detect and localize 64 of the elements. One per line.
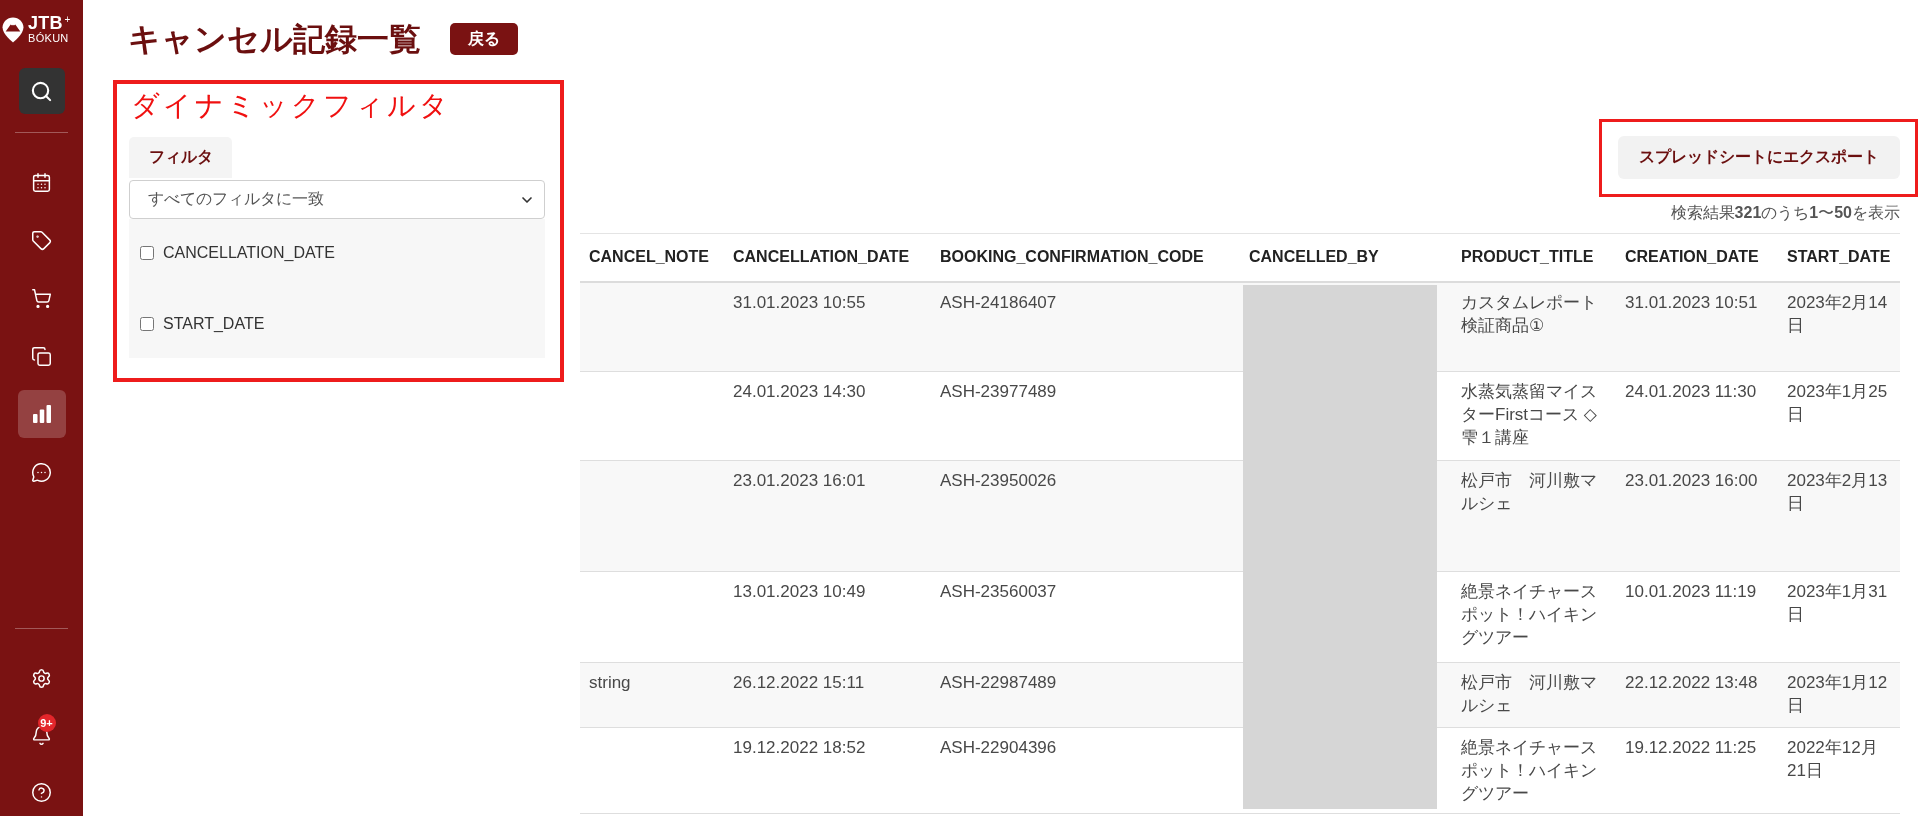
column-header: CANCEL_NOTE	[580, 233, 724, 282]
logo-text: JTB$^{+}$	[28, 15, 71, 32]
table-cell: 19.12.2022 18:52	[724, 727, 931, 814]
checkbox[interactable]	[140, 246, 154, 260]
table-cell: 絶景ネイチャースポット！ハイキングツアー	[1452, 571, 1616, 663]
table-cell: ASH-23950026	[931, 460, 1240, 572]
table-cell: ASH-24186407	[931, 281, 1240, 372]
cart-icon	[31, 287, 52, 309]
table-cell: 2023年1月25日	[1778, 371, 1900, 461]
table-cell: 10.01.2023 11:19	[1616, 571, 1778, 663]
table-cell: 24.01.2023 11:30	[1616, 371, 1778, 461]
settings-icon	[31, 667, 52, 689]
table-cell: 31.01.2023 10:55	[724, 281, 931, 372]
page-title: キャンセル記録一覧	[128, 20, 421, 59]
match-select[interactable]: すべてのフィルタに一致	[129, 180, 545, 219]
search-icon	[30, 79, 53, 103]
table-cell: 13.01.2023 10:49	[724, 571, 931, 663]
table-cell: ASH-22987489	[931, 662, 1240, 728]
table-cell: 松戸市 河川敷マルシェ	[1452, 460, 1616, 572]
column-header: CANCELLED_BY	[1240, 233, 1452, 282]
table-cell: ASH-22904396	[931, 727, 1240, 814]
tag-icon	[31, 229, 52, 251]
table-cell: 23.01.2023 16:00	[1616, 460, 1778, 572]
table-cell: ASH-23977489	[931, 371, 1240, 461]
annotation-label: ダイナミックフィルタ	[130, 89, 451, 123]
table-cell: 19.12.2022 11:25	[1616, 727, 1778, 814]
table-cell: ASH-23560037	[931, 571, 1240, 663]
table-cell: 松戸市 河川敷マルシェ	[1452, 662, 1616, 728]
table-cell: カスタムレポート検証商品①	[1452, 281, 1616, 372]
back-button[interactable]: 戻る	[450, 23, 518, 55]
table-cell: 水蒸気蒸留マイスターFirstコース ◇雫１講座	[1452, 371, 1616, 461]
checkbox[interactable]	[140, 317, 154, 331]
chat-bubble-icon	[31, 461, 52, 483]
filter-tab[interactable]: フィルタ	[129, 137, 232, 178]
calendar-icon	[31, 171, 52, 193]
table-cell: string	[580, 662, 724, 728]
column-header: BOOKING_CONFIRMATION_CODE	[931, 233, 1240, 282]
table-cell: 26.12.2022 15:11	[724, 662, 931, 728]
table-cell: 2023年2月14日	[1778, 281, 1900, 372]
export-button[interactable]: スプレッドシートにエクスポート	[1618, 136, 1900, 179]
checkbox-label: START_DATE	[163, 315, 265, 333]
table-cell: 23.01.2023 16:01	[724, 460, 931, 572]
notifications-button[interactable]: 9+	[17, 711, 66, 759]
column-header: CREATION_DATE	[1616, 233, 1778, 282]
search-button[interactable]	[18, 68, 65, 114]
table-cell: 2023年1月12日	[1778, 662, 1900, 728]
column-header: PRODUCT_TITLE	[1452, 233, 1616, 282]
table-cell: 31.01.2023 10:51	[1616, 281, 1778, 372]
nav-button[interactable]	[17, 390, 66, 438]
logo-subtitle: BÓKUN	[28, 32, 70, 45]
help-icon	[31, 781, 52, 803]
table-cell: 2023年2月13日	[1778, 460, 1900, 572]
column-header: START_DATE	[1778, 233, 1900, 282]
table-cell: 22.12.2022 13:48	[1616, 662, 1778, 728]
results-summary: 検索結果321のうち1〜50を表示	[1670, 203, 1900, 223]
copy-icon	[31, 345, 52, 367]
notification-badge: 9+	[37, 714, 56, 732]
table-cell: 絶景ネイチャースポット！ハイキングツアー	[1452, 727, 1616, 814]
table-cell: 2022年12月21日	[1778, 727, 1900, 814]
table-cell: 24.01.2023 14:30	[724, 371, 931, 461]
checkbox-label: CANCELLATION_DATE	[163, 244, 335, 262]
bar-chart-icon	[31, 405, 52, 423]
column-header: CANCELLATION_DATE	[724, 233, 931, 282]
table-cell: 2023年1月31日	[1778, 571, 1900, 663]
